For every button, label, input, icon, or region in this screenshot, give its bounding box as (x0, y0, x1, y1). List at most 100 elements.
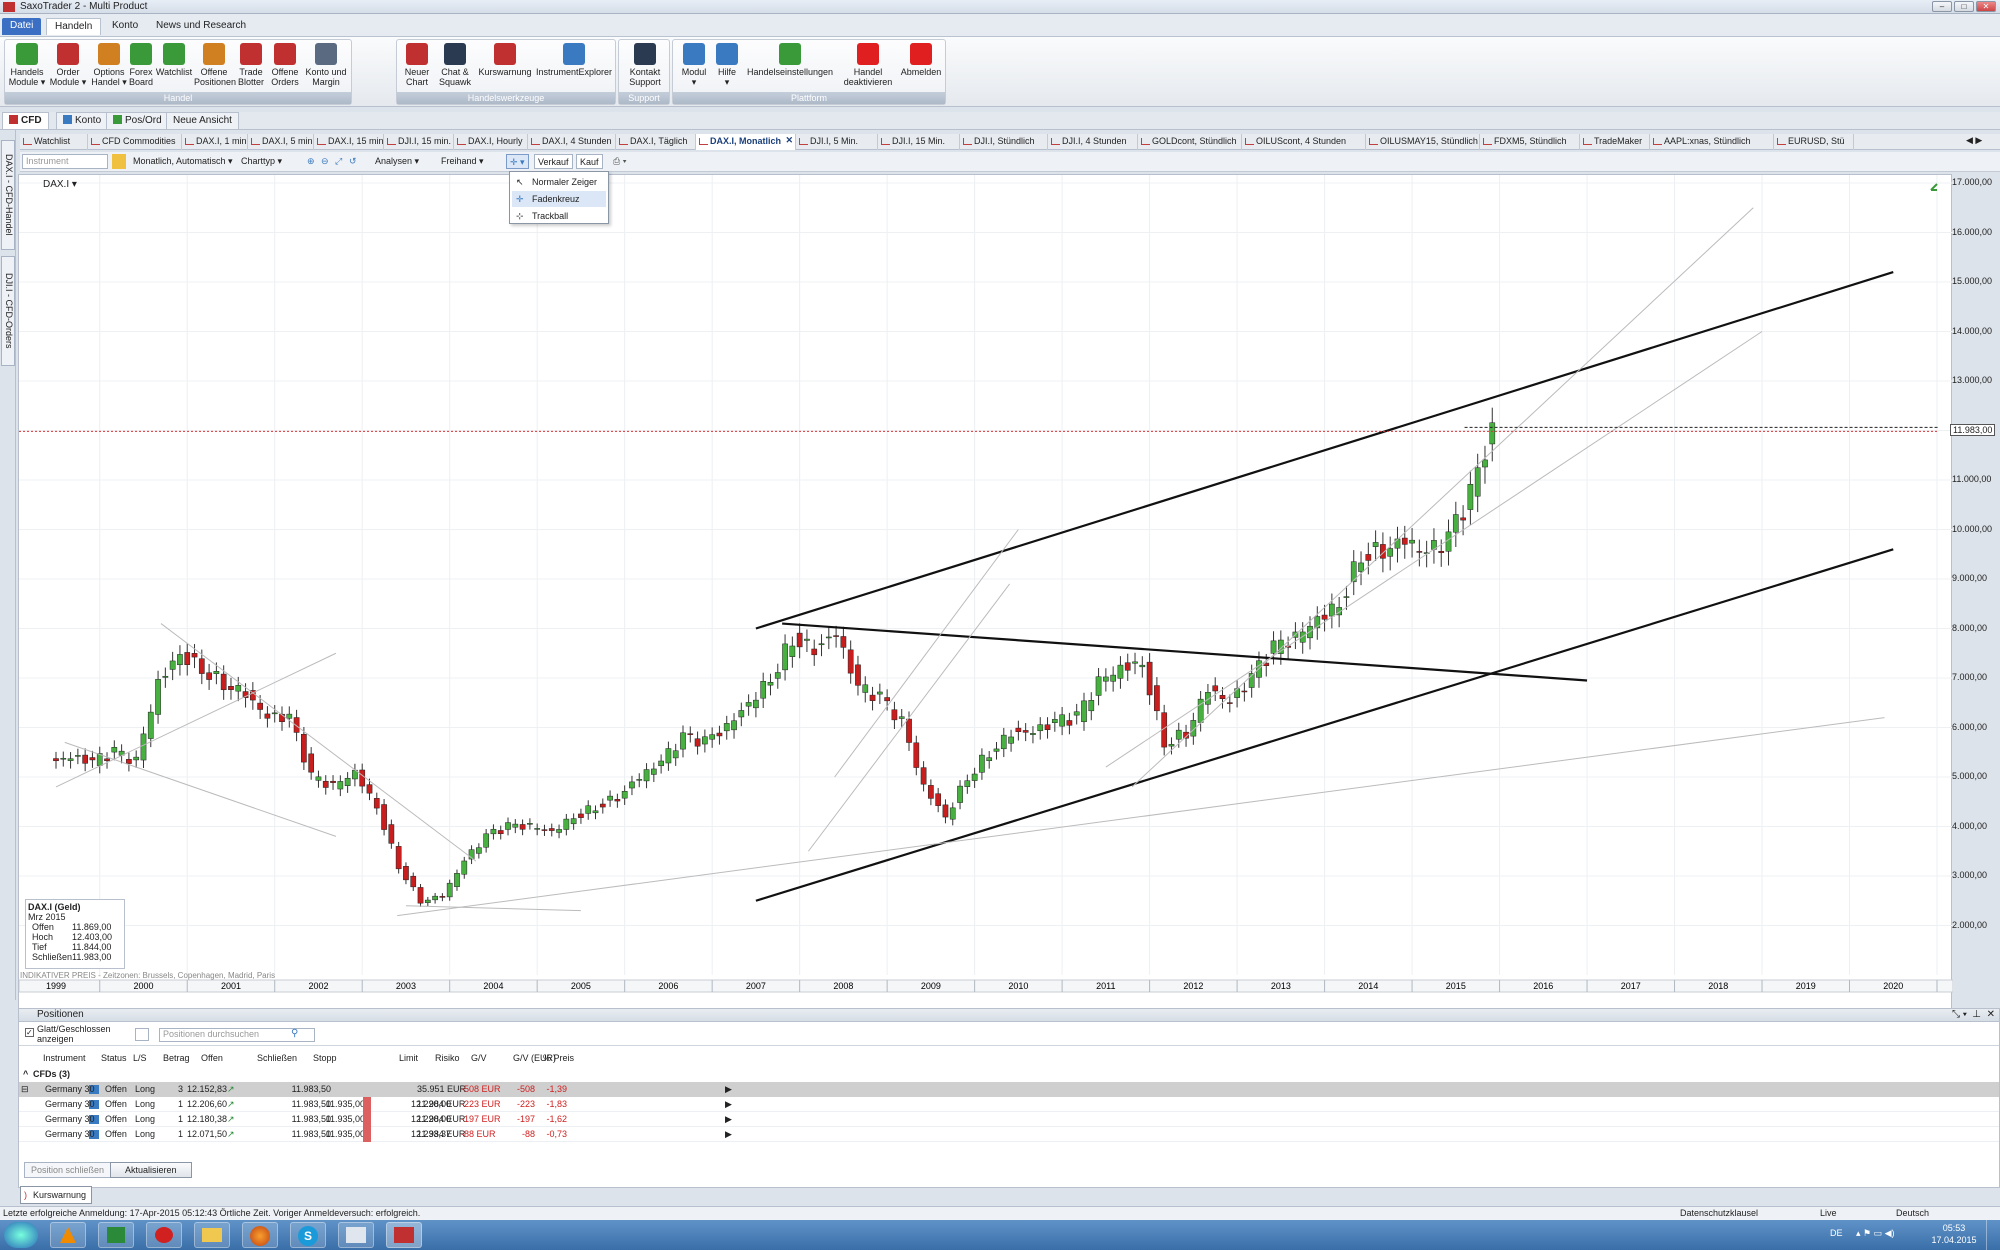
ribbon-button-3-2[interactable]: Handelseinstellungen (742, 43, 838, 77)
ribbon-button-0-4[interactable]: Watchlist (154, 43, 194, 77)
ribbon-button-0-8[interactable]: Konto und Margin (302, 43, 350, 87)
column-header[interactable]: Limit (399, 1053, 418, 1065)
ribbon-button-0-6[interactable]: Trade Blotter (234, 43, 268, 87)
table-row[interactable]: ↗Germany 30OffenLong112.180,3811.983,501… (19, 1112, 1999, 1127)
panel-close-icon[interactable]: ✕ (1987, 1009, 1995, 1020)
chart-tab-3[interactable]: DAX.I, 5 min. (248, 134, 314, 150)
row-menu-icon[interactable]: ▶ (725, 1127, 732, 1142)
ribbon-button-0-3[interactable]: Forex Board (128, 43, 154, 87)
chart-tab-15[interactable]: OILUScont, 4 Stunden (1242, 134, 1366, 150)
trendline[interactable] (397, 718, 1884, 916)
kurswarnung-tab[interactable]: )Kurswarnung (20, 1186, 92, 1204)
minimize-button[interactable]: – (1932, 1, 1952, 12)
ribbon-button-1-3[interactable]: InstrumentExplorer (534, 43, 614, 77)
language-indicator[interactable]: Deutsch (1896, 1207, 1929, 1220)
clock-time[interactable]: 05:53 (1934, 1223, 1974, 1233)
chart-tab-1[interactable]: CFD Commodities (88, 134, 182, 150)
chart-tab-20[interactable]: EURUSD, Stü (1774, 134, 1854, 150)
buy-button[interactable]: Kauf (576, 154, 603, 169)
panel-options-icon[interactable]: ⤡ ▾ (1952, 1009, 1967, 1020)
menu-file[interactable]: Datei (2, 18, 41, 35)
ribbon-button-3-4[interactable]: Abmelden (898, 43, 944, 77)
chart-tab-2[interactable]: DAX.I, 1 min. (182, 134, 248, 150)
saxotrader-icon[interactable] (386, 1222, 422, 1248)
vlc-icon[interactable] (50, 1222, 86, 1248)
chart-tab-5[interactable]: DJI.I, 15 min. (384, 134, 454, 150)
price-chart[interactable]: 1999200020012002200320042005200620072008… (19, 175, 1953, 1013)
ribbon-button-1-1[interactable]: Chat & Squawk (434, 43, 476, 87)
chart-tab-17[interactable]: FDXM5, Stündlich (1480, 134, 1580, 150)
chart-tab-8[interactable]: DAX.I, Täglich (616, 134, 696, 150)
print-icon[interactable]: ⎙ ▾ (610, 154, 629, 169)
table-row[interactable]: ⊟↗Germany 30OffenLong312.152,8311.983,50… (19, 1082, 1999, 1097)
pin-icon[interactable]: ⊥ (1972, 1009, 1981, 1020)
chart-instrument-label[interactable]: DAX.I ▾ (43, 179, 77, 190)
row-menu-icon[interactable]: ▶ (725, 1112, 732, 1127)
trendline[interactable] (65, 742, 336, 836)
trendline[interactable] (161, 624, 476, 862)
chart-tab-9[interactable]: DAX.I, Monatlich✕ (696, 134, 796, 150)
tray-icons[interactable]: ▴ ⚑ ▭ ◀) (1856, 1228, 1895, 1239)
chart-tab-0[interactable]: Watchlist (20, 134, 88, 150)
column-header[interactable]: % Preis (543, 1053, 574, 1065)
column-header[interactable]: Status (101, 1053, 127, 1065)
chart-tab-11[interactable]: DJI.I, 15 Min. (878, 134, 960, 150)
skype-icon[interactable]: S (290, 1222, 326, 1248)
menu-news[interactable]: News und Research (148, 18, 254, 35)
chart-tab-12[interactable]: DJI.I, Stündlich (960, 134, 1048, 150)
pointer-mode-button[interactable]: ✛ ▾ (506, 154, 529, 169)
positions-group[interactable]: ^CFDs (3) (19, 1067, 1999, 1082)
chart-settings-icon[interactable] (112, 154, 126, 169)
app-red-icon[interactable] (146, 1222, 182, 1248)
trendline[interactable] (406, 906, 581, 911)
tab-scroll-arrows[interactable]: ◀ ▶ (1966, 135, 1982, 146)
chart-tab-7[interactable]: DAX.I, 4 Stunden (528, 134, 616, 150)
row-menu-icon[interactable]: ▶ (725, 1082, 732, 1097)
excel-icon[interactable] (98, 1222, 134, 1248)
table-row[interactable]: ↗Germany 30OffenLong112.071,5011.983,501… (19, 1127, 1999, 1142)
instrument-input[interactable]: Instrument (22, 154, 108, 169)
chart-tab-14[interactable]: GOLDcont, Stündlich (1138, 134, 1242, 150)
chart-tab-18[interactable]: TradeMaker (1580, 134, 1650, 150)
period-select[interactable]: Monatlich, Automatisch ▾ (130, 154, 236, 169)
chart-tab-4[interactable]: DAX.I, 15 min. (314, 134, 384, 150)
close-window-button[interactable]: ✕ (1976, 1, 1996, 12)
input-language[interactable]: DE (1830, 1228, 1843, 1238)
export-icon[interactable] (135, 1028, 149, 1041)
show-desktop-button[interactable] (1986, 1220, 2000, 1250)
clock-date[interactable]: 17.04.2015 (1930, 1235, 1978, 1245)
chart-tab-16[interactable]: OILUSMAY15, Stündlich (1366, 134, 1480, 150)
trendline[interactable] (782, 624, 1587, 681)
chart-app-icon[interactable] (338, 1222, 374, 1248)
dropdown-crosshair[interactable]: ✛Fadenkreuz (512, 191, 606, 207)
side-tab-dax[interactable]: DAX.I - CFD-Handel (1, 140, 15, 250)
tab-neue-ansicht[interactable]: Neue Ansicht (166, 112, 239, 129)
firefox-icon[interactable] (242, 1222, 278, 1248)
zoom-in-icon[interactable]: ⊕ (304, 154, 318, 169)
column-header[interactable]: Betrag (163, 1053, 190, 1065)
maximize-button[interactable]: □ (1954, 1, 1974, 12)
privacy-link[interactable]: Datenschutzklausel (1680, 1207, 1758, 1220)
chart-tab-6[interactable]: DAX.I, Hourly (454, 134, 528, 150)
filter-icon[interactable]: ⚲ (291, 1028, 298, 1039)
ribbon-button-0-1[interactable]: Order Module ▾ (46, 43, 90, 87)
zoom-out-icon[interactable]: ⊖ (318, 154, 332, 169)
column-header[interactable]: Risiko (435, 1053, 460, 1065)
dropdown-normal-pointer[interactable]: ↖Normaler Zeiger (512, 174, 606, 190)
menu-konto[interactable]: Konto (104, 18, 146, 35)
ribbon-button-3-0[interactable]: Modul ▾ (676, 43, 712, 87)
fit-icon[interactable]: ⤢ (332, 154, 345, 169)
column-header[interactable]: Offen (201, 1053, 223, 1065)
sell-button[interactable]: Verkauf (534, 154, 573, 169)
tab-konto[interactable]: Konto (56, 112, 108, 129)
charttype-select[interactable]: Charttyp ▾ (238, 154, 285, 169)
column-header[interactable]: Stopp (313, 1053, 337, 1065)
tab-cfd[interactable]: CFD (2, 112, 49, 129)
freihand-select[interactable]: Freihand ▾ (438, 154, 487, 169)
ribbon-button-2-0[interactable]: Kontakt Support (622, 43, 668, 87)
row-menu-icon[interactable]: ▶ (725, 1097, 732, 1112)
chart-area[interactable]: 1999200020012002200320042005200620072008… (18, 174, 1952, 1012)
column-header[interactable]: L/S (133, 1053, 147, 1065)
ribbon-button-0-7[interactable]: Offene Orders (268, 43, 302, 87)
expand-icon[interactable]: ⊟ (21, 1082, 29, 1097)
